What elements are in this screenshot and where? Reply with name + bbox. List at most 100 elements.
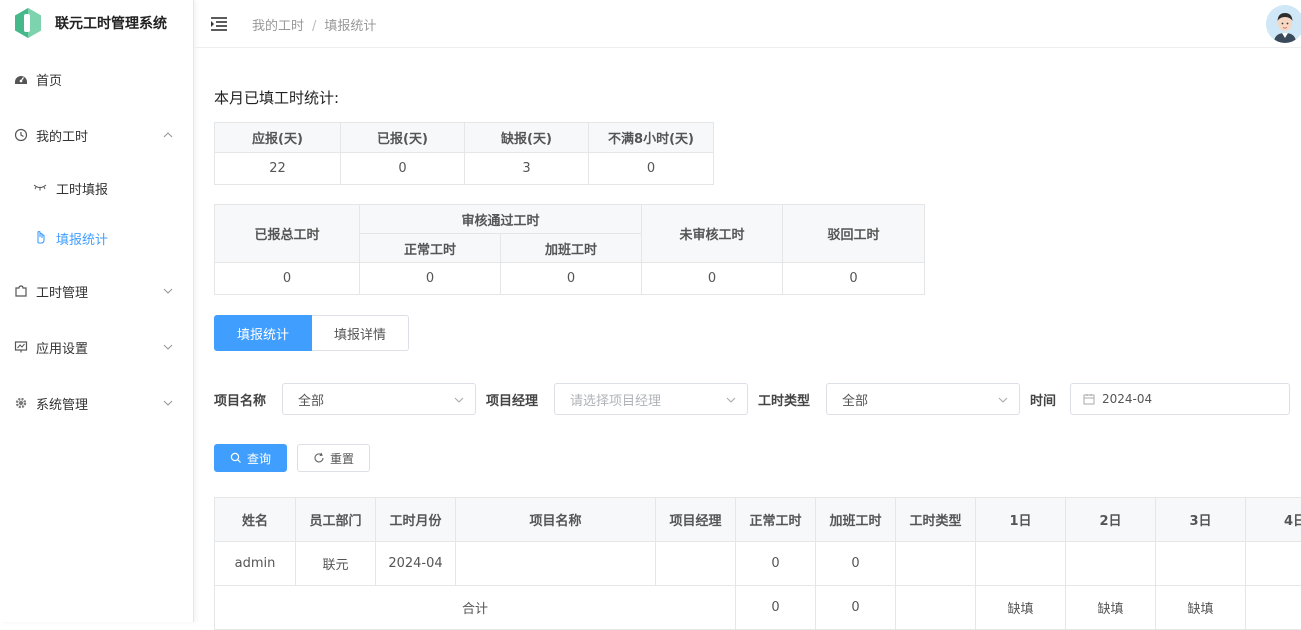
gear-icon	[14, 396, 28, 410]
select-placeholder: 请选择项目经理	[570, 390, 661, 409]
clock-icon	[14, 128, 28, 142]
logo: 联元工时管理系统	[0, 0, 193, 46]
column-header: 员工部门	[296, 498, 376, 542]
sidebar-item-report-stats[interactable]: 填报统计	[0, 229, 194, 247]
tab-report-details[interactable]: 填报详情	[312, 315, 409, 351]
month-picker[interactable]: 2024-04	[1070, 383, 1290, 415]
missing-days-value: 3	[465, 153, 589, 185]
pending-hours-value[interactable]: 0	[642, 263, 783, 295]
column-header: 应报(天)	[215, 123, 341, 153]
column-header: 审核通过工时	[360, 205, 642, 234]
cell-name: admin	[215, 542, 296, 586]
select-value: 全部	[842, 390, 868, 409]
column-header: 项目经理	[656, 498, 736, 542]
sidebar-item-app-settings[interactable]: 应用设置	[0, 338, 194, 356]
required-days-value: 22	[215, 153, 341, 185]
calendar-icon	[1083, 393, 1095, 405]
reset-button-label: 重置	[330, 450, 354, 467]
view-tabs: 填报统计 填报详情	[214, 315, 409, 351]
chevron-up-icon	[162, 129, 174, 141]
monitor-icon	[14, 340, 28, 354]
column-header: 驳回工时	[783, 205, 925, 263]
approved-normal-value: 0	[360, 263, 501, 295]
cell-day-2	[1066, 542, 1156, 586]
sidebar-item-label: 工时填报	[56, 179, 108, 198]
table-header-row: 姓名 员工部门 工时月份 项目名称 项目经理 正常工时 加班工时 工时类型 1日…	[215, 498, 1301, 542]
sidebar-item-label: 填报统计	[56, 229, 108, 248]
column-header: 工时类型	[896, 498, 976, 542]
monthly-days-table: 应报(天) 已报(天) 缺报(天) 不满8小时(天) 22 0 3 0	[214, 122, 714, 185]
sidebar-item-label: 工时管理	[36, 282, 88, 301]
under-8h-days-value: 0	[589, 153, 714, 185]
column-header: 姓名	[215, 498, 296, 542]
hand-icon	[33, 230, 47, 244]
sidebar-item-my-hours[interactable]: 我的工时	[0, 126, 194, 144]
column-header: 正常工时	[736, 498, 816, 542]
chevron-down-icon	[453, 394, 465, 406]
month-value: 2024-04	[1102, 392, 1152, 406]
column-header: 4日	[1246, 498, 1301, 542]
sidebar-item-label: 首页	[36, 70, 62, 89]
chevron-down-icon	[997, 394, 1009, 406]
chevron-down-icon	[725, 394, 737, 406]
dashboard-icon	[14, 72, 28, 86]
query-button[interactable]: 查询	[214, 444, 287, 472]
cell-overtime-hours: 0	[816, 542, 896, 586]
eye-closed-icon	[33, 180, 47, 194]
chevron-down-icon	[162, 285, 174, 297]
select-value: 全部	[298, 390, 324, 409]
column-header: 加班工时	[501, 234, 642, 263]
project-manager-label: 项目经理	[486, 390, 538, 409]
time-label: 时间	[1030, 390, 1056, 409]
puzzle-icon	[14, 284, 28, 298]
stats-title: 本月已填工时统计:	[214, 87, 339, 108]
column-header: 缺报(天)	[465, 123, 589, 153]
cell-project	[456, 542, 656, 586]
sidebar-item-home[interactable]: 首页	[0, 70, 194, 88]
cell-hour-type	[896, 542, 976, 586]
total-day-3: 缺填	[1156, 586, 1246, 630]
tab-report-stats[interactable]: 填报统计	[214, 315, 312, 351]
total-hour-type	[896, 586, 976, 630]
search-icon	[230, 452, 242, 464]
total-overtime-hours: 0	[816, 586, 896, 630]
breadcrumb-item-current: 填报统计	[324, 19, 376, 34]
cell-day-3	[1156, 542, 1246, 586]
reported-days-value: 0	[341, 153, 465, 185]
sidebar-item-hour-management[interactable]: 工时管理	[0, 282, 194, 300]
total-hours-value: 0	[215, 263, 360, 295]
menu-fold-icon[interactable]	[211, 17, 227, 31]
total-normal-hours: 0	[736, 586, 816, 630]
column-header: 3日	[1156, 498, 1246, 542]
breadcrumb: 我的工时/填报统计	[252, 15, 376, 34]
cell-dept: 联元	[296, 542, 376, 586]
reset-button[interactable]: 重置	[297, 444, 370, 472]
hour-type-select[interactable]: 全部	[826, 383, 1020, 415]
top-bar: 我的工时/填报统计	[195, 0, 1301, 48]
table-row: admin 联元 2024-04 0 0	[215, 542, 1301, 586]
chevron-down-icon	[162, 397, 174, 409]
sidebar: 联元工时管理系统 首页 我的工时 工时填报 填报统计 工时管理	[0, 0, 194, 622]
app-title: 联元工时管理系统	[55, 13, 167, 33]
project-manager-select[interactable]: 请选择项目经理	[554, 383, 748, 415]
sidebar-item-system-management[interactable]: 系统管理	[0, 394, 194, 412]
cell-manager	[656, 542, 736, 586]
total-label: 合计	[215, 586, 736, 630]
chevron-down-icon	[162, 341, 174, 353]
sidebar-item-hour-entry[interactable]: 工时填报	[0, 179, 194, 197]
refresh-icon	[313, 452, 325, 464]
column-header: 未审核工时	[642, 205, 783, 263]
total-day-4	[1246, 586, 1301, 630]
sidebar-item-label: 我的工时	[36, 126, 88, 145]
logo-icon	[13, 7, 43, 39]
hours-summary-table: 已报总工时 审核通过工时 未审核工时 驳回工时 正常工时 加班工时 0 0 0 …	[214, 204, 925, 295]
cell-day-4	[1246, 542, 1301, 586]
column-header: 加班工时	[816, 498, 896, 542]
hour-type-label: 工时类型	[758, 390, 810, 409]
breadcrumb-item[interactable]: 我的工时	[252, 19, 304, 34]
project-name-select[interactable]: 全部	[282, 383, 476, 415]
query-button-label: 查询	[247, 450, 271, 467]
cell-month: 2024-04	[376, 542, 456, 586]
avatar[interactable]	[1266, 5, 1301, 43]
total-day-1: 缺填	[976, 586, 1066, 630]
